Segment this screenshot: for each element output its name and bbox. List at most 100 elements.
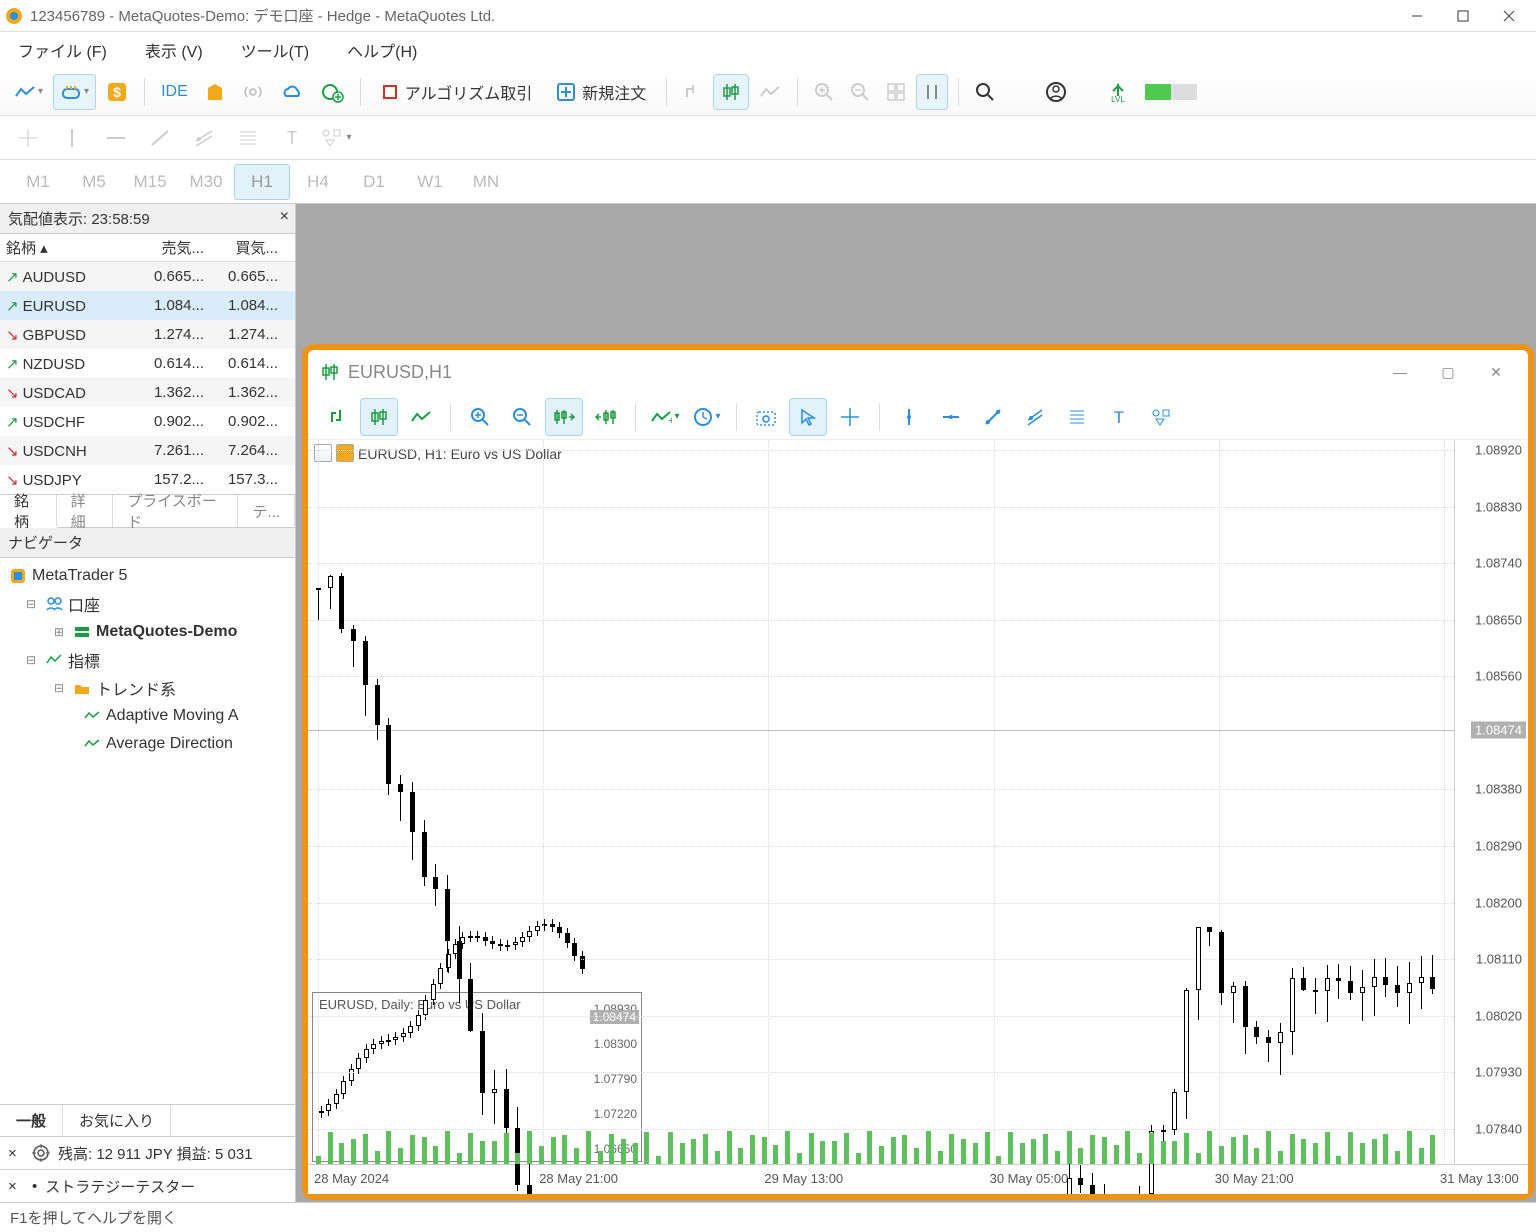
chart-table-icon[interactable] xyxy=(314,444,332,462)
menu-tools[interactable]: ツール(T) xyxy=(233,34,317,66)
timeframe-M15[interactable]: M15 xyxy=(122,164,178,200)
chart-maximize-icon[interactable]: ▢ xyxy=(1428,364,1468,381)
algo-trading-button[interactable]: アルゴリズム取引 xyxy=(371,80,543,104)
close-icon[interactable]: × xyxy=(8,1178,24,1195)
mw-tab-2[interactable]: プライスボード xyxy=(113,495,238,527)
chart-shift-icon[interactable] xyxy=(587,398,625,436)
chart-cursor-icon[interactable] xyxy=(789,398,827,436)
chart-zoomin-icon[interactable] xyxy=(461,398,499,436)
globe-plus-icon[interactable] xyxy=(314,74,350,110)
toolbox-trade-row[interactable]: × 残高: 12 911 JPY 損益: 5 031 xyxy=(0,1137,295,1169)
tile-icon[interactable] xyxy=(880,74,912,110)
chart-vline-icon[interactable] xyxy=(890,398,928,436)
mini-chart-label: EURUSD, Daily: Euro vs US Dollar xyxy=(319,997,521,1012)
market-watch-close-icon[interactable]: × xyxy=(280,208,289,226)
nav-root[interactable]: MetaTrader 5 xyxy=(0,562,295,590)
new-order-button[interactable]: 新規注文 xyxy=(546,80,656,104)
timeframe-M5[interactable]: M5 xyxy=(66,164,122,200)
fibo-icon[interactable] xyxy=(230,120,266,156)
mw-col-symbol[interactable]: 銘柄 ▴ xyxy=(0,237,136,258)
mw-row-USDCNH[interactable]: ↘USDCNH7.261...7.264... xyxy=(0,436,295,465)
mw-col-bid[interactable]: 売気... xyxy=(136,237,210,258)
level-icon[interactable]: LVL xyxy=(1101,74,1135,110)
chart-close-icon[interactable]: ✕ xyxy=(1476,364,1516,381)
chart-period-icon[interactable]: ▾ xyxy=(688,398,726,436)
chart-candles-icon[interactable] xyxy=(360,398,398,436)
chart-hline-icon[interactable] xyxy=(932,398,970,436)
search-icon[interactable] xyxy=(969,74,1001,110)
zoom-out-icon[interactable] xyxy=(844,74,876,110)
shift-icon[interactable] xyxy=(916,74,948,110)
zoom-in-icon[interactable] xyxy=(808,74,840,110)
chart-indicator-icon[interactable]: +▾ xyxy=(646,398,684,436)
chart-canvas[interactable]: EURUSD, H1: Euro vs US Dollar 1.089201.0… xyxy=(308,440,1528,1194)
crosshair-icon[interactable] xyxy=(10,120,46,156)
trendline-icon[interactable] xyxy=(142,120,178,156)
timeframe-W1[interactable]: W1 xyxy=(402,164,458,200)
chart-minimize-icon[interactable]: — xyxy=(1380,364,1420,380)
market-icon[interactable] xyxy=(198,74,232,110)
mw-row-GBPUSD[interactable]: ↘GBPUSD1.274...1.274... xyxy=(0,320,295,349)
chart-objects-icon[interactable] xyxy=(1142,398,1180,436)
line-chart-icon[interactable]: ▾ xyxy=(8,74,49,110)
mini-chart[interactable]: EURUSD, Daily: Euro vs US Dollar 1.08930… xyxy=(312,992,642,1162)
nav-ind-1[interactable]: Adaptive Moving A xyxy=(0,702,295,730)
cloud-icon[interactable] xyxy=(274,74,310,110)
nav-server[interactable]: ⊞MetaQuotes-Demo xyxy=(0,618,295,646)
market-watch-icon[interactable]: ▾ xyxy=(53,74,96,110)
timeframe-M1[interactable]: M1 xyxy=(10,164,66,200)
chart-line-icon[interactable] xyxy=(402,398,440,436)
close-icon[interactable]: × xyxy=(8,1145,24,1162)
timeframe-H1[interactable]: H1 xyxy=(234,164,290,200)
chart-crosshair-icon[interactable] xyxy=(831,398,869,436)
user-icon[interactable] xyxy=(1039,74,1073,110)
chart-text-icon[interactable]: T xyxy=(1100,398,1138,436)
nav-indicators[interactable]: ⊟指標 xyxy=(0,646,295,674)
chart-trend-icon[interactable] xyxy=(974,398,1012,436)
chart-screenshot-icon[interactable] xyxy=(747,398,785,436)
mw-row-AUDUSD[interactable]: ↗AUDUSD0.665...0.665... xyxy=(0,262,295,291)
dollar-icon[interactable]: $ xyxy=(100,74,134,110)
nav-trend[interactable]: ⊟トレンド系 xyxy=(0,674,295,702)
candles-icon[interactable] xyxy=(713,74,749,110)
timeframe-MN[interactable]: MN xyxy=(458,164,514,200)
strategy-tester-row[interactable]: × • ストラテジーテスター xyxy=(0,1170,295,1202)
mw-tab-3[interactable]: テ... xyxy=(238,495,295,527)
line-icon[interactable] xyxy=(753,74,787,110)
minimize-button[interactable] xyxy=(1394,0,1440,32)
nav-tab-general[interactable]: 一般 xyxy=(0,1105,63,1136)
text-icon[interactable]: T xyxy=(274,120,310,156)
mw-row-USDCHF[interactable]: ↗USDCHF0.902...0.902... xyxy=(0,407,295,436)
vline-icon[interactable] xyxy=(54,120,90,156)
ide-button[interactable]: IDE xyxy=(155,74,194,110)
chart-zoomout-icon[interactable] xyxy=(503,398,541,436)
chart-bars-icon[interactable] xyxy=(318,398,356,436)
menu-help[interactable]: ヘルプ(H) xyxy=(339,34,425,66)
equidistant-icon[interactable] xyxy=(186,120,222,156)
mw-row-EURUSD[interactable]: ↗EURUSD1.084...1.084... xyxy=(0,291,295,320)
timeframe-H4[interactable]: H4 xyxy=(290,164,346,200)
nav-ind-2[interactable]: Average Direction xyxy=(0,730,295,758)
close-button[interactable] xyxy=(1486,0,1532,32)
mw-tab-1[interactable]: 詳細 xyxy=(57,495,114,527)
step-icon[interactable] xyxy=(677,74,709,110)
maximize-button[interactable] xyxy=(1440,0,1486,32)
timeframe-D1[interactable]: D1 xyxy=(346,164,402,200)
nav-accounts[interactable]: ⊟口座 xyxy=(0,590,295,618)
objects-icon[interactable]: ▾ xyxy=(318,120,354,156)
mw-row-NZDUSD[interactable]: ↗NZDUSD0.614...0.614... xyxy=(0,349,295,378)
mw-tab-0[interactable]: 銘柄 xyxy=(0,495,57,528)
menu-view[interactable]: 表示 (V) xyxy=(137,34,211,66)
nav-tab-fav[interactable]: お気に入り xyxy=(63,1105,171,1136)
mw-row-USDCAD[interactable]: ↘USDCAD1.362...1.362... xyxy=(0,378,295,407)
chart-fibo-icon[interactable] xyxy=(1058,398,1096,436)
mw-col-ask[interactable]: 買気... xyxy=(210,237,284,258)
connection-icon[interactable] xyxy=(1139,74,1203,110)
hline-icon[interactable] xyxy=(98,120,134,156)
chart-mini-icon[interactable] xyxy=(336,444,354,462)
chart-autoscroll-icon[interactable] xyxy=(545,398,583,436)
timeframe-M30[interactable]: M30 xyxy=(178,164,234,200)
menu-file[interactable]: ファイル (F) xyxy=(10,34,115,66)
signal-icon[interactable] xyxy=(236,74,270,110)
chart-channel-icon[interactable] xyxy=(1016,398,1054,436)
